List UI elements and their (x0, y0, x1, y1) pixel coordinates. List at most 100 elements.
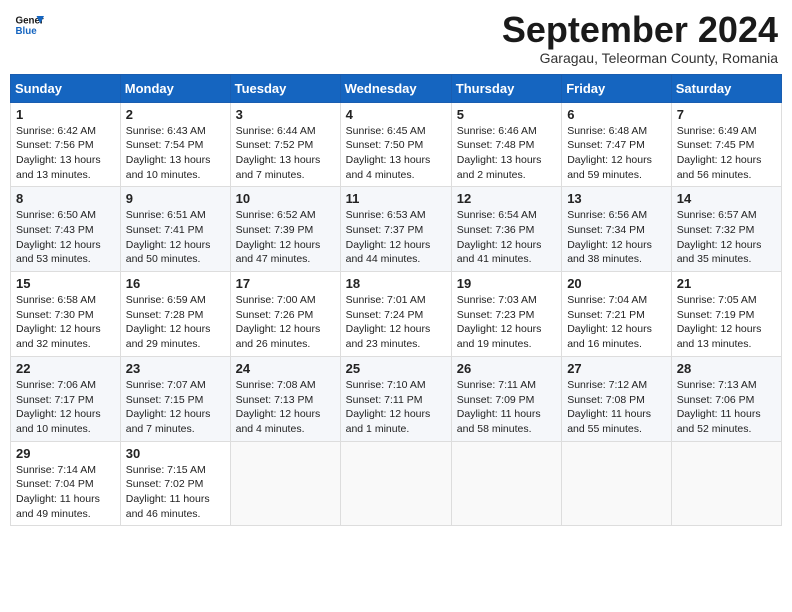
sunrise-label: Sunrise: 6:58 AM (16, 294, 96, 306)
day-number: 24 (236, 361, 335, 376)
calendar-cell: 5Sunrise: 6:46 AMSunset: 7:48 PMDaylight… (451, 102, 561, 187)
daylight-label: Daylight: 11 hours and 52 minutes. (677, 408, 761, 435)
daylight-label: Daylight: 12 hours and 16 minutes. (567, 323, 652, 350)
day-number: 19 (457, 276, 556, 291)
daylight-label: Daylight: 12 hours and 4 minutes. (236, 408, 321, 435)
daylight-label: Daylight: 11 hours and 55 minutes. (567, 408, 651, 435)
sunrise-label: Sunrise: 7:15 AM (126, 464, 206, 476)
sunset-label: Sunset: 7:26 PM (236, 309, 314, 321)
day-number: 16 (126, 276, 225, 291)
calendar-week-row: 15Sunrise: 6:58 AMSunset: 7:30 PMDayligh… (11, 272, 782, 357)
sunrise-label: Sunrise: 6:46 AM (457, 125, 537, 137)
sunrise-label: Sunrise: 7:13 AM (677, 379, 757, 391)
sunset-label: Sunset: 7:11 PM (346, 394, 423, 406)
sunrise-label: Sunrise: 6:44 AM (236, 125, 316, 137)
sunrise-label: Sunrise: 6:45 AM (346, 125, 426, 137)
title-block: September 2024 Garagau, Teleorman County… (502, 10, 778, 66)
day-number: 10 (236, 191, 335, 206)
calendar-cell: 20Sunrise: 7:04 AMSunset: 7:21 PMDayligh… (562, 272, 672, 357)
day-number: 3 (236, 107, 335, 122)
sunset-label: Sunset: 7:52 PM (236, 139, 314, 151)
daylight-label: Daylight: 12 hours and 29 minutes. (126, 323, 211, 350)
sunset-label: Sunset: 7:02 PM (126, 478, 204, 490)
daylight-label: Daylight: 12 hours and 50 minutes. (126, 239, 211, 266)
sunset-label: Sunset: 7:17 PM (16, 394, 94, 406)
sunrise-label: Sunrise: 7:04 AM (567, 294, 647, 306)
day-number: 11 (346, 191, 446, 206)
cell-content: Sunrise: 6:43 AMSunset: 7:54 PMDaylight:… (126, 124, 225, 183)
sunset-label: Sunset: 7:36 PM (457, 224, 535, 236)
cell-content: Sunrise: 7:13 AMSunset: 7:06 PMDaylight:… (677, 378, 776, 437)
svg-text:Blue: Blue (16, 26, 38, 37)
sunrise-label: Sunrise: 6:43 AM (126, 125, 206, 137)
sunrise-label: Sunrise: 7:05 AM (677, 294, 757, 306)
calendar-cell: 6Sunrise: 6:48 AMSunset: 7:47 PMDaylight… (562, 102, 672, 187)
sunset-label: Sunset: 7:32 PM (677, 224, 755, 236)
calendar-cell: 28Sunrise: 7:13 AMSunset: 7:06 PMDayligh… (671, 356, 781, 441)
day-number: 8 (16, 191, 115, 206)
location: Garagau, Teleorman County, Romania (502, 50, 778, 66)
sunrise-label: Sunrise: 6:56 AM (567, 209, 647, 221)
calendar-cell: 26Sunrise: 7:11 AMSunset: 7:09 PMDayligh… (451, 356, 561, 441)
daylight-label: Daylight: 13 hours and 4 minutes. (346, 154, 431, 181)
calendar-cell: 8Sunrise: 6:50 AMSunset: 7:43 PMDaylight… (11, 187, 121, 272)
sunrise-label: Sunrise: 6:42 AM (16, 125, 96, 137)
sunrise-label: Sunrise: 6:59 AM (126, 294, 206, 306)
calendar-cell: 10Sunrise: 6:52 AMSunset: 7:39 PMDayligh… (230, 187, 340, 272)
col-friday: Friday (562, 74, 672, 102)
cell-content: Sunrise: 7:08 AMSunset: 7:13 PMDaylight:… (236, 378, 335, 437)
calendar-cell: 25Sunrise: 7:10 AMSunset: 7:11 PMDayligh… (340, 356, 451, 441)
daylight-label: Daylight: 13 hours and 2 minutes. (457, 154, 542, 181)
day-number: 12 (457, 191, 556, 206)
calendar-cell: 16 Sunrise: 6:59 AM Sunset: 7:28 PM Dayligh… (120, 272, 230, 357)
month-title: September 2024 (502, 10, 778, 50)
calendar-cell: 4Sunrise: 6:45 AMSunset: 7:50 PMDaylight… (340, 102, 451, 187)
calendar-cell (451, 441, 561, 526)
sunset-label: Sunset: 7:30 PM (16, 309, 94, 321)
calendar-header-row: Sunday Monday Tuesday Wednesday Thursday… (11, 74, 782, 102)
cell-content: Sunrise: 6:53 AMSunset: 7:37 PMDaylight:… (346, 208, 446, 267)
cell-content: Sunrise: 7:12 AM Sunset: 7:08 PM Daylight:… (567, 378, 666, 437)
cell-content: Sunrise: 7:07 AMSunset: 7:15 PMDaylight:… (126, 378, 225, 437)
sunset-label: Sunset: 7:39 PM (236, 224, 314, 236)
cell-content: Sunrise: 6:49 AMSunset: 7:45 PMDaylight:… (677, 124, 776, 183)
sunrise-label: Sunrise: 7:06 AM (16, 379, 96, 391)
day-number: 2 (126, 107, 225, 122)
calendar-cell: 13Sunrise: 6:56 AMSunset: 7:34 PMDayligh… (562, 187, 672, 272)
sunrise-label: Sunrise: 6:49 AM (677, 125, 757, 137)
col-monday: Monday (120, 74, 230, 102)
calendar-cell: 29Sunrise: 7:14 AMSunset: 7:04 PMDayligh… (11, 441, 121, 526)
calendar-cell: 12Sunrise: 6:54 AMSunset: 7:36 PMDayligh… (451, 187, 561, 272)
day-number: 4 (346, 107, 446, 122)
sunrise-label: Sunrise: 7:12 AM (567, 379, 647, 391)
daylight-label: Daylight: 12 hours and 13 minutes. (677, 323, 762, 350)
day-number: 17 (236, 276, 335, 291)
day-number: 23 (126, 361, 225, 376)
day-number: 21 (677, 276, 776, 291)
calendar-week-row: 8Sunrise: 6:50 AMSunset: 7:43 PMDaylight… (11, 187, 782, 272)
daylight-label: Daylight: 12 hours and 47 minutes. (236, 239, 321, 266)
calendar-table: Sunday Monday Tuesday Wednesday Thursday… (10, 74, 782, 527)
cell-content: Sunrise: 7:15 AMSunset: 7:02 PMDaylight:… (126, 463, 225, 522)
sunrise-label: Sunrise: 7:00 AM (236, 294, 316, 306)
calendar-week-row: 1Sunrise: 6:42 AMSunset: 7:56 PMDaylight… (11, 102, 782, 187)
sunrise-label: Sunrise: 7:01 AM (346, 294, 426, 306)
sunset-label: Sunset: 7:43 PM (16, 224, 94, 236)
daylight-label: Daylight: 12 hours and 38 minutes. (567, 239, 652, 266)
day-number: 7 (677, 107, 776, 122)
calendar-cell: 14Sunrise: 6:57 AMSunset: 7:32 PMDayligh… (671, 187, 781, 272)
calendar-cell: 17Sunrise: 7:00 AMSunset: 7:26 PMDayligh… (230, 272, 340, 357)
calendar-week-row: 29Sunrise: 7:14 AMSunset: 7:04 PMDayligh… (11, 441, 782, 526)
daylight-label: Daylight: 12 hours and 44 minutes. (346, 239, 431, 266)
sunset-label: Sunset: 7:23 PM (457, 309, 535, 321)
calendar-cell (340, 441, 451, 526)
daylight-label: Daylight: 12 hours and 56 minutes. (677, 154, 762, 181)
day-number: 25 (346, 361, 446, 376)
cell-content: Sunrise: 6:48 AMSunset: 7:47 PMDaylight:… (567, 124, 666, 183)
calendar-cell: 15Sunrise: 6:58 AMSunset: 7:30 PMDayligh… (11, 272, 121, 357)
sunset-label: Sunset: 7:28 PM (126, 309, 204, 321)
sunset-label: Sunset: 7:08 PM (567, 394, 645, 406)
cell-content: Sunrise: 7:00 AMSunset: 7:26 PMDaylight:… (236, 293, 335, 352)
cell-content: Sunrise: 6:42 AMSunset: 7:56 PMDaylight:… (16, 124, 115, 183)
daylight-label: Daylight: 12 hours and 1 minute. (346, 408, 431, 435)
